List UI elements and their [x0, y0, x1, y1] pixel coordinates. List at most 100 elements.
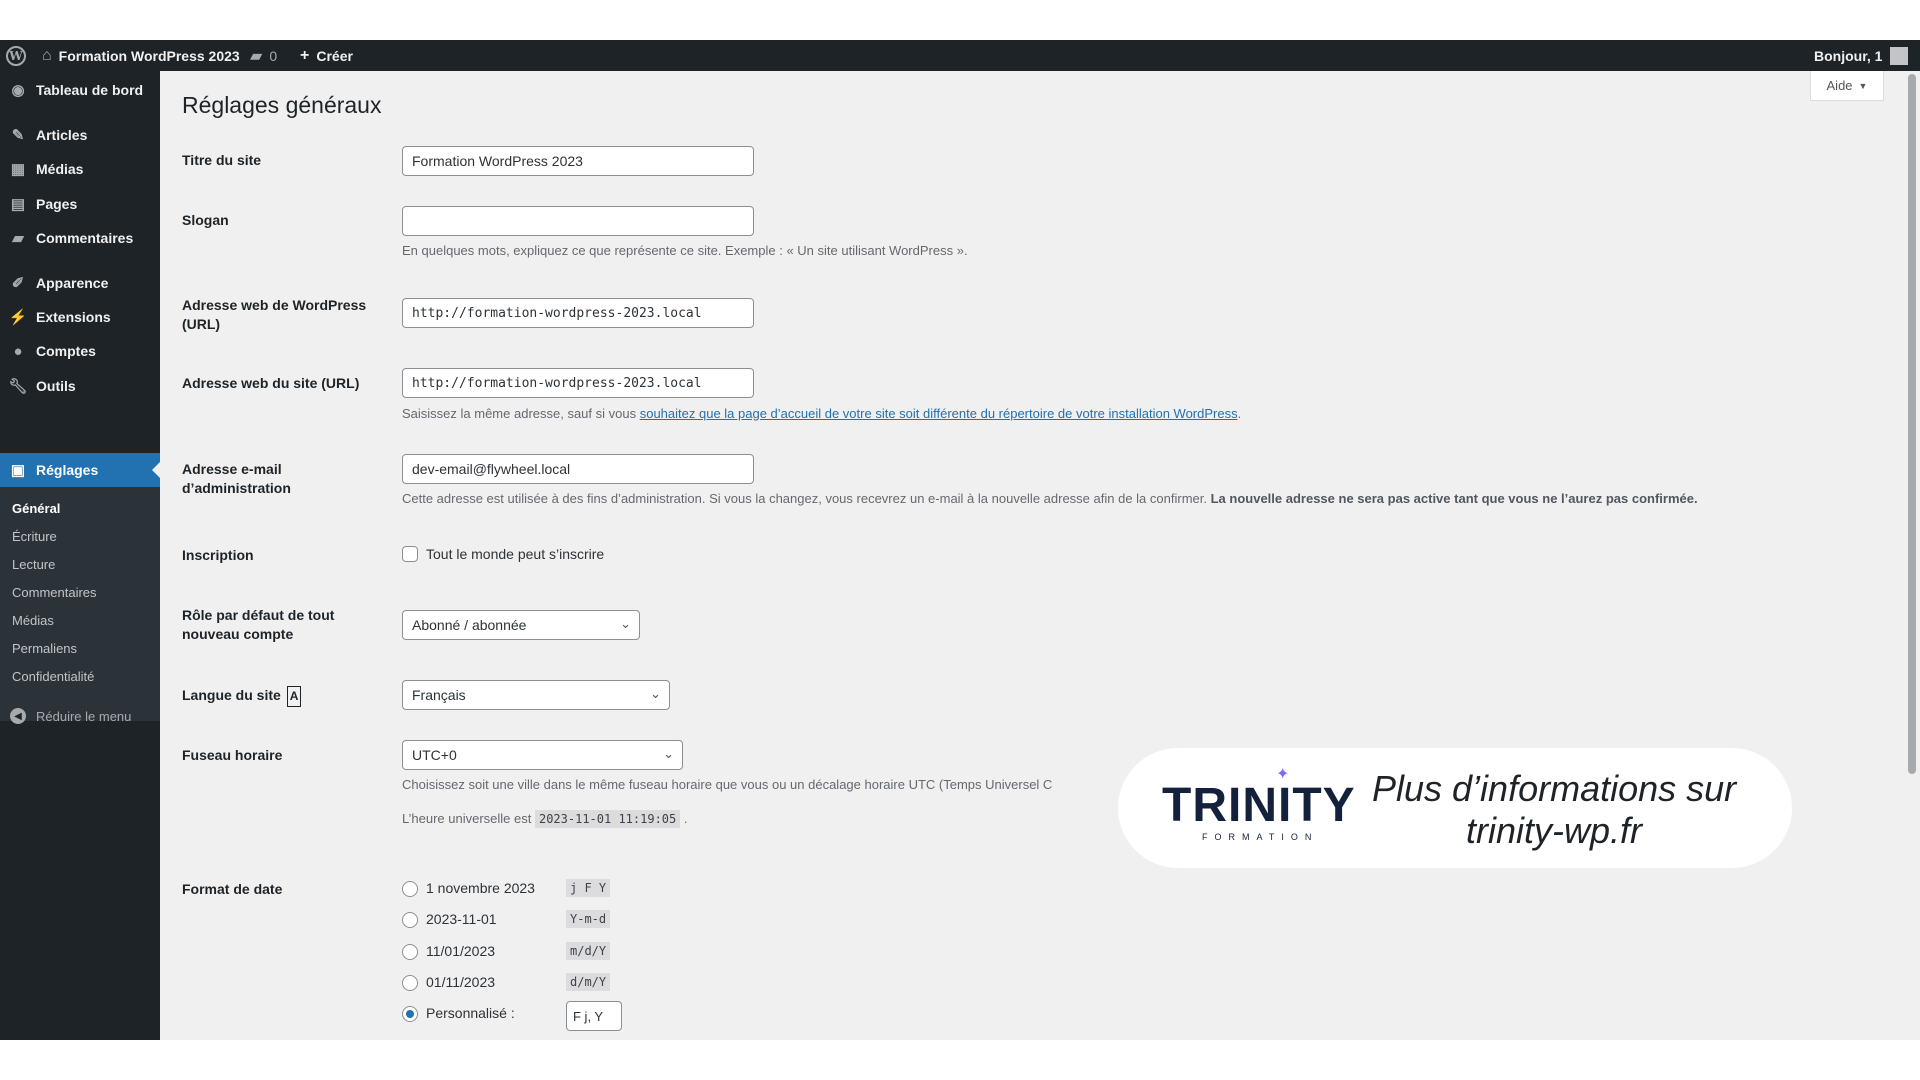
date-format-code-4: d/m/Y [566, 973, 611, 991]
menu-settings[interactable]: ▣ Réglages [0, 453, 160, 487]
date-format-code-2: Y-m-d [566, 910, 611, 928]
date-format-option-4[interactable]: 01/11/2023 [426, 974, 495, 990]
utc-time-suffix: . [683, 811, 688, 826]
site-url-help-link[interactable]: souhaitez que la page d’accueil de votre… [640, 406, 1238, 421]
submenu-reading[interactable]: Lecture [12, 557, 55, 572]
admin-email-label: Adresse e-mail d’administration [182, 461, 291, 496]
menu-tools[interactable]: 🔧︎ Outils [0, 369, 160, 403]
date-format-radio-custom[interactable] [402, 1006, 418, 1022]
site-name-link[interactable]: ⌂ Formation WordPress 2023 [42, 40, 240, 71]
timezone-description: Choisissez soit une ville dans le même f… [402, 777, 1053, 792]
site-url-label: Adresse web du site (URL) [182, 375, 360, 391]
date-format-option-1[interactable]: 1 novembre 2023 [426, 880, 535, 896]
my-account-link[interactable]: Bonjour, 1 [1814, 40, 1909, 71]
settings-submenu: Général Écriture Lecture Commentaires Mé… [0, 487, 160, 721]
plus-icon: + [300, 46, 310, 64]
submenu-media[interactable]: Médias [12, 613, 54, 628]
site-url-description-text: Saisissez la même adresse, sauf si vous [402, 406, 640, 421]
menu-articles[interactable]: ✎ Articles [0, 118, 160, 152]
menu-comments-label: Commentaires [36, 230, 134, 246]
comments-count: 0 [269, 47, 278, 64]
menu-dashboard[interactable]: ◉ Tableau de bord [0, 73, 160, 107]
submenu-discussion[interactable]: Commentaires [12, 585, 97, 600]
home-icon: ⌂ [42, 46, 52, 64]
admin-email-value: dev-email@flywheel.local [412, 461, 571, 477]
wp-logo-menu[interactable]: W [6, 40, 26, 71]
utc-time-prefix: L’heure universelle est [402, 811, 532, 826]
submenu-general[interactable]: Général [12, 501, 60, 516]
date-format-radio-4[interactable] [402, 975, 418, 991]
date-format-code-1: j F Y [566, 879, 611, 897]
date-format-radio-3[interactable] [402, 944, 418, 960]
menu-plugins-label: Extensions [36, 309, 111, 325]
submenu-permalinks[interactable]: Permaliens [12, 641, 77, 656]
menu-users[interactable]: ● Comptes [0, 334, 160, 368]
site-url-description-end: . [1237, 406, 1242, 421]
wp-url-input[interactable]: http://formation-wordpress-2023.local [402, 298, 754, 328]
menu-comments[interactable]: ▰ Commentaires [0, 221, 160, 255]
chevron-down-icon: ⌄ [663, 746, 674, 761]
site-url-description: Saisissez la même adresse, sauf si vous … [402, 406, 1241, 421]
site-url-input[interactable]: http://formation-wordpress-2023.local [402, 368, 754, 398]
membership-checkbox-label[interactable]: Tout le monde peut s’inscrire [426, 546, 604, 562]
pin-icon: ✎ [11, 127, 25, 144]
date-format-option-2[interactable]: 2023-11-01 [426, 911, 497, 927]
tagline-input[interactable] [402, 206, 754, 236]
date-format-radio-2[interactable] [402, 912, 418, 928]
menu-pages[interactable]: ▤ Pages [0, 187, 160, 221]
menu-users-label: Comptes [36, 343, 96, 359]
chevron-down-icon: ⌄ [650, 686, 661, 701]
date-format-radio-1[interactable] [402, 881, 418, 897]
page-title: Réglages généraux [182, 92, 382, 118]
greeting: Bonjour, 1 [1814, 47, 1883, 64]
default-role-select[interactable]: Abonné / abonnée ⌄ [402, 610, 640, 640]
admin-bar: W ⌂ Formation WordPress 2023 ▰ 0 + Créer… [0, 40, 1920, 71]
date-format-option-custom[interactable]: Personnalisé : [426, 1005, 515, 1021]
date-format-option-3[interactable]: 11/01/2023 [426, 943, 495, 959]
menu-appearance[interactable]: ✐ Apparence [0, 266, 160, 300]
site-title-value: Formation WordPress 2023 [412, 153, 583, 169]
submenu-writing[interactable]: Écriture [12, 529, 57, 544]
tagline-label: Slogan [182, 212, 229, 228]
site-name: Formation WordPress 2023 [58, 47, 240, 64]
new-content-label: Créer [316, 47, 353, 64]
user-icon: ● [13, 342, 23, 360]
caret-down-icon: ▼ [1858, 80, 1868, 91]
wp-url-label: Adresse web de WordPress (URL) [182, 297, 367, 332]
comment-icon: ▰ [250, 47, 263, 65]
comments-link[interactable]: ▰ 0 [250, 40, 277, 71]
dashboard-icon: ◉ [11, 82, 25, 99]
admin-email-input[interactable]: dev-email@flywheel.local [402, 454, 754, 484]
page-scrollbar[interactable] [1908, 74, 1916, 774]
promo-text-line-2: trinity-wp.fr [1466, 810, 1643, 851]
collapse-menu-label: Réduire le menu [36, 708, 132, 724]
menu-media-label: Médias [36, 161, 84, 177]
menu-dashboard-label: Tableau de bord [36, 82, 144, 98]
site-language-label-row: Langue du site A [182, 686, 372, 707]
menu-tools-label: Outils [36, 378, 76, 394]
date-format-label: Format de date [182, 881, 283, 897]
collapse-arrow-icon: ◀ [10, 708, 26, 724]
site-title-label: Titre du site [182, 152, 262, 168]
utc-time-row: L’heure universelle est 2023-11-01 11:19… [402, 810, 688, 828]
timezone-label: Fuseau horaire [182, 747, 283, 763]
admin-sidebar: ◉ Tableau de bord ✎ Articles ▦ Médias ▤ … [0, 71, 160, 1040]
site-language-select[interactable]: Français ⌄ [402, 680, 670, 710]
comments-icon: ▰ [12, 230, 24, 247]
date-format-custom-input[interactable]: F j, Y [566, 1001, 622, 1031]
default-role-value: Abonné / abonnée [412, 617, 527, 633]
admin-email-description-bold: La nouvelle adresse ne sera pas active t… [1210, 491, 1698, 506]
collapse-menu-button[interactable]: ◀ Réduire le menu [0, 699, 160, 733]
submenu-privacy[interactable]: Confidentialité [12, 669, 94, 684]
promo-banner: ✦ TRINITY FORMATION Plus d’informations … [1118, 748, 1792, 868]
trinity-logo-subtitle: FORMATION [1202, 832, 1319, 842]
date-format-code-3: m/d/Y [566, 942, 611, 960]
menu-plugins[interactable]: ⚡ Extensions [0, 300, 160, 334]
new-content-link[interactable]: + Créer [300, 40, 353, 71]
timezone-select[interactable]: UTC+0 ⌄ [402, 740, 683, 770]
membership-checkbox[interactable] [402, 546, 418, 562]
menu-media[interactable]: ▦ Médias [0, 152, 160, 186]
help-tab-button[interactable]: Aide ▼ [1810, 71, 1884, 101]
site-title-input[interactable]: Formation WordPress 2023 [402, 146, 754, 176]
menu-settings-label: Réglages [36, 462, 99, 478]
